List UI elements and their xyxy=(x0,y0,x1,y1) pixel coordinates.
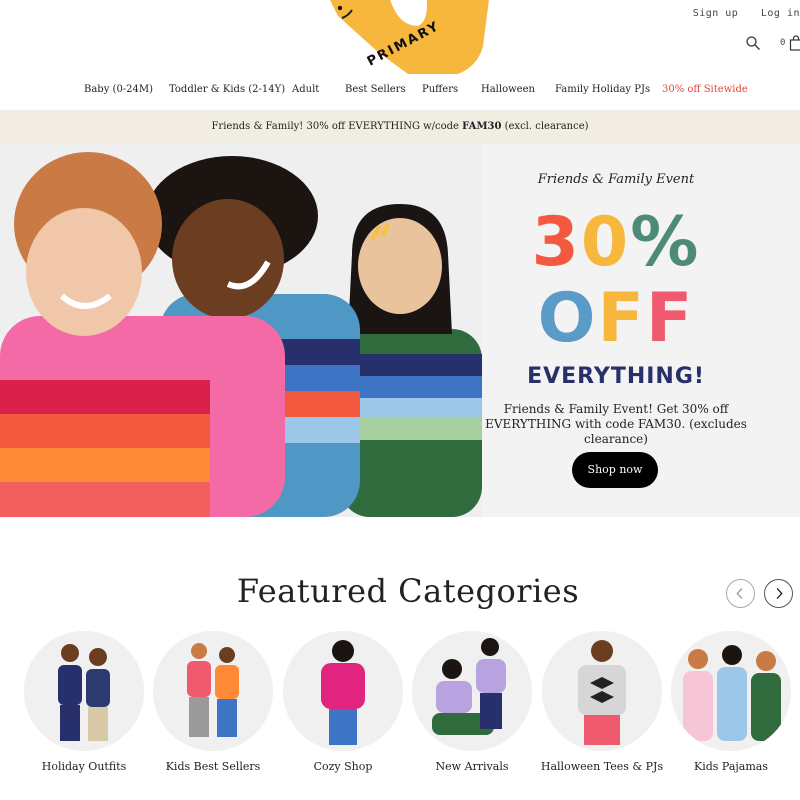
cart-count: 0 xyxy=(780,38,786,48)
event-label: Friends & Family Event xyxy=(537,172,695,187)
nav-item-puffers[interactable]: Puffers xyxy=(422,84,458,95)
account-links: Sign up Log in xyxy=(677,8,800,19)
carousel-next-button[interactable] xyxy=(764,579,793,608)
shop-now-button[interactable]: Shop now xyxy=(572,452,658,488)
cart-icon[interactable] xyxy=(789,35,800,51)
nav-item-halloween[interactable]: Halloween xyxy=(481,84,535,95)
headline-letter-f1: F xyxy=(597,279,646,358)
category-label: New Arrivals xyxy=(435,760,509,773)
nav-item-toddler-kids[interactable]: Toddler & Kids (2-14Y) xyxy=(169,84,285,95)
promo-banner[interactable]: Friends & Family! 30% off EVERYTHING w/c… xyxy=(0,110,800,144)
headline-everything: EVERYTHING! xyxy=(527,364,705,389)
main-nav: Baby (0-24M) Toddler & Kids (2-14Y) Adul… xyxy=(0,84,800,104)
nav-item-baby[interactable]: Baby (0-24M) xyxy=(84,84,153,95)
headline-percent: 30% xyxy=(482,208,750,278)
headline-letter-f2: F xyxy=(645,279,695,358)
nav-item-adult[interactable]: Adult xyxy=(292,84,319,95)
search-icon[interactable] xyxy=(745,35,761,51)
site-header: PRIMARY Sign up Log in 0 xyxy=(0,0,800,80)
promo-text-before: Friends & Family! 30% off EVERYTHING w/c… xyxy=(211,121,463,132)
category-label: Halloween Tees & PJs xyxy=(540,760,664,773)
category-image xyxy=(542,631,662,751)
primary-logo[interactable]: PRIMARY xyxy=(318,0,494,76)
headline-digit-3: 3 xyxy=(531,203,581,282)
category-label: Holiday Outfits xyxy=(41,760,127,773)
hero-kids-photo xyxy=(0,144,482,517)
promo-text-after: (excl. clearance) xyxy=(501,121,589,132)
category-image xyxy=(24,631,144,751)
nav-item-sitewide-sale[interactable]: 30% off Sitewide xyxy=(662,84,748,95)
headline-letter-o: O xyxy=(537,279,598,358)
carousel-prev-button[interactable] xyxy=(726,579,755,608)
category-label: Kids Pajamas xyxy=(694,760,768,773)
headline-percent-sign: % xyxy=(630,203,701,282)
headline-off: OFF xyxy=(482,284,750,354)
hero-banner: Friends & Family Event 30% OFF EVERYTHIN… xyxy=(0,144,800,517)
log-in-link[interactable]: Log in xyxy=(761,8,800,19)
nav-item-best-sellers[interactable]: Best Sellers xyxy=(345,84,406,95)
nav-item-family-holiday-pjs[interactable]: Family Holiday PJs xyxy=(555,84,650,95)
category-image xyxy=(412,631,532,751)
promo-code: FAM30 xyxy=(462,121,502,132)
category-label: Cozy Shop xyxy=(313,760,373,773)
featured-categories-title: Featured Categories xyxy=(236,572,580,610)
category-image xyxy=(283,631,403,751)
hero-subtext: Friends & Family Event! Get 30% off EVER… xyxy=(485,402,747,446)
category-image xyxy=(671,631,791,751)
sign-up-link[interactable]: Sign up xyxy=(693,8,739,19)
category-label: Kids Best Sellers xyxy=(165,760,261,773)
category-image xyxy=(153,631,273,751)
headline-digit-0: 0 xyxy=(580,203,631,282)
